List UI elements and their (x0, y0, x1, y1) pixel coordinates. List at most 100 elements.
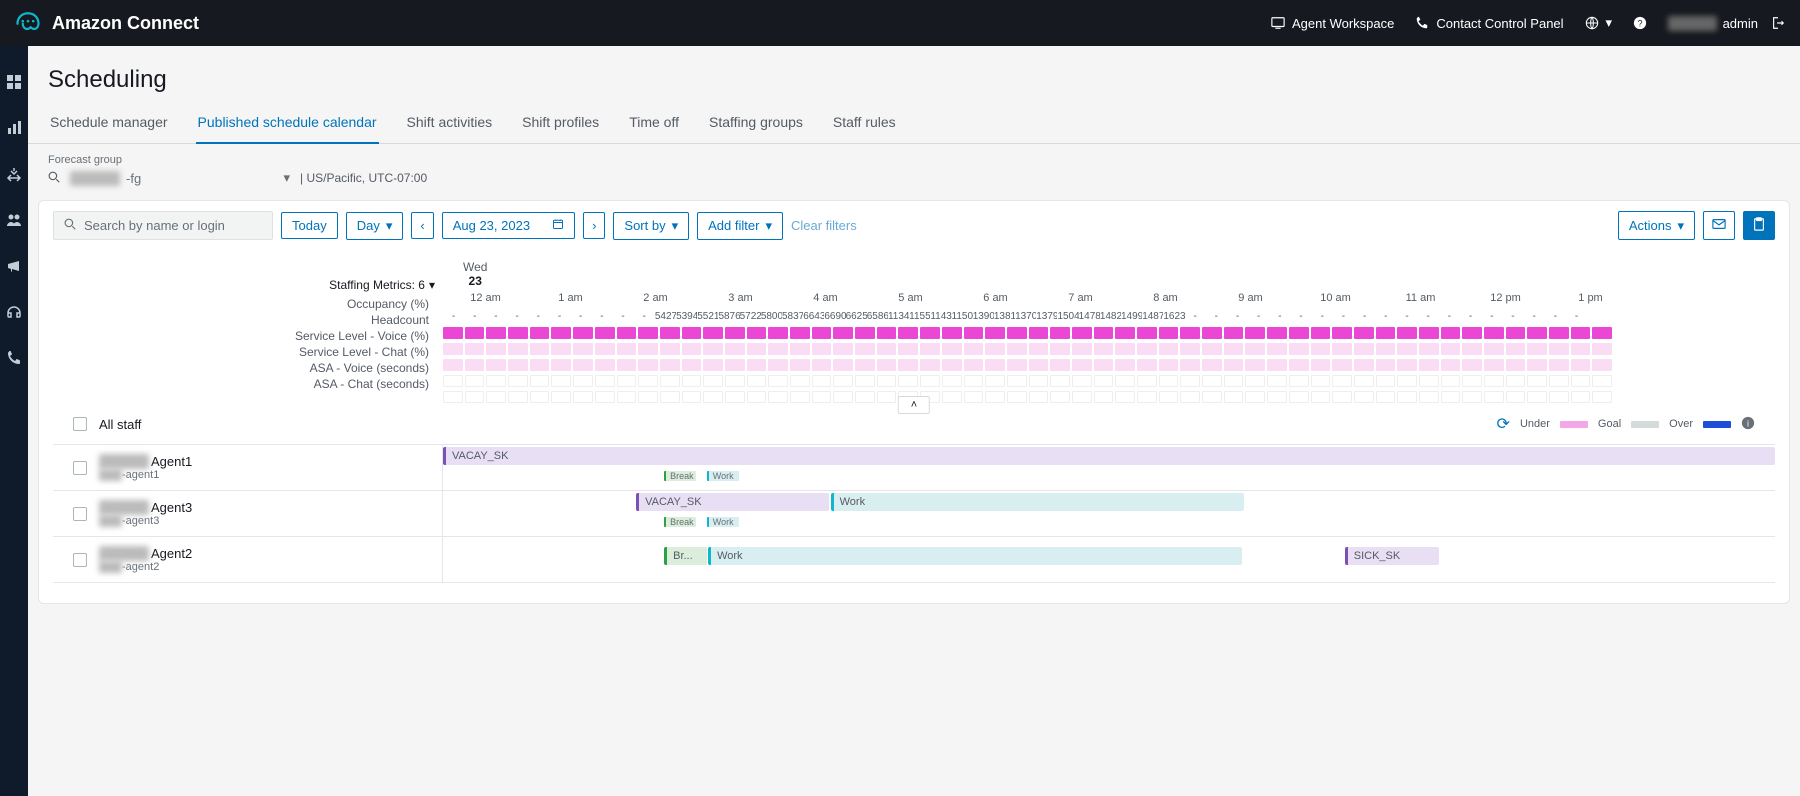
clipboard-icon (1752, 217, 1766, 234)
shift-bar-work[interactable]: Work (831, 493, 1244, 511)
mini-bar-break: Break (664, 517, 696, 527)
info-icon[interactable]: i (1741, 416, 1755, 433)
workspace-icon (1270, 15, 1286, 31)
agent-login: xx-agent3 (99, 515, 192, 527)
asa-chat-row (443, 388, 1775, 404)
contact-control-link[interactable]: Contact Control Panel (1414, 15, 1563, 31)
shift-bar-sick[interactable]: SICK_SK (1345, 547, 1440, 565)
caret-down-icon: ▾ (386, 218, 393, 234)
add-filter-button[interactable]: Add filter ▾ (697, 212, 783, 240)
sl-voice-row (443, 340, 1775, 356)
timezone-label: | US/Pacific, UTC-07:00 (300, 171, 427, 185)
metric-label: Service Level - Voice (%) (53, 328, 443, 344)
agent-checkbox[interactable] (73, 507, 87, 521)
agent-timeline[interactable]: VACAY_SK Break Work (443, 445, 1775, 490)
mini-bar-work: Work (707, 471, 739, 481)
collapse-metrics-toggle[interactable]: ˄ (898, 396, 930, 414)
svg-text:i: i (1747, 418, 1749, 428)
date-picker[interactable]: Aug 23, 2023 (442, 212, 575, 239)
schedule-card: Search by name or login Today Day ▾ ‹ Au… (38, 200, 1790, 604)
search-input[interactable]: Search by name or login (53, 211, 273, 240)
tab-shift-activities[interactable]: Shift activities (405, 104, 495, 143)
next-date-button[interactable]: › (583, 212, 605, 239)
select-all-checkbox[interactable] (73, 417, 87, 431)
user-blur: xxxxx (1668, 16, 1717, 31)
caret-down-icon: ▾ (1606, 15, 1613, 31)
metric-label: Occupancy (%) (53, 296, 443, 312)
help-icon: ? (1632, 15, 1648, 31)
chevron-up-icon: ˄ (911, 399, 917, 411)
sidebar-phone-icon[interactable] (6, 350, 22, 366)
search-icon (48, 171, 60, 186)
sort-by-select[interactable]: Sort by ▾ (613, 212, 689, 240)
forecast-group-select[interactable]: xxxx-fg ▾ (70, 170, 290, 186)
staffing-metrics-toggle[interactable]: Staffing Metrics: 6 ▾ (329, 278, 435, 292)
day-header: Wed 23 (463, 258, 487, 296)
asa-voice-row (443, 372, 1775, 388)
sidebar-dashboard-icon[interactable] (6, 74, 22, 90)
globe-icon (1584, 15, 1600, 31)
tab-staffing-groups[interactable]: Staffing groups (707, 104, 805, 143)
clear-filters-link[interactable]: Clear filters (791, 218, 857, 233)
range-select[interactable]: Day ▾ (346, 212, 404, 240)
actions-button[interactable]: Actions ▾ (1618, 211, 1695, 240)
metric-label: ASA - Chat (seconds) (53, 376, 443, 392)
clipboard-button[interactable] (1743, 211, 1775, 240)
caret-down-icon: ▾ (1677, 218, 1684, 234)
agent-timeline[interactable]: Br...Work SICK_SK (443, 537, 1775, 582)
metric-label: Service Level - Chat (%) (53, 344, 443, 360)
filter-bar: Search by name or login Today Day ▾ ‹ Au… (53, 211, 1775, 240)
tab-time-off[interactable]: Time off (627, 104, 681, 143)
sidebar-headset-icon[interactable] (6, 304, 22, 320)
chevron-left-icon: ‹ (420, 218, 424, 233)
tab-published-schedule-calendar[interactable]: Published schedule calendar (196, 104, 379, 144)
tab-staff-rules[interactable]: Staff rules (831, 104, 898, 143)
agent-row: xxxxAgent1xx-agent1VACAY_SKBreakWork (53, 445, 1775, 491)
mail-icon (1712, 217, 1726, 234)
shift-bar-work[interactable]: Work (708, 547, 1242, 565)
mini-bar-work: Work (707, 517, 739, 527)
legend-goal-swatch (1631, 421, 1659, 428)
agent-workspace-link[interactable]: Agent Workspace (1270, 15, 1394, 31)
logout-icon (1770, 15, 1786, 31)
today-button[interactable]: Today (281, 212, 338, 239)
caret-down-icon: ▾ (765, 218, 772, 234)
shift-bar-break[interactable]: Br... (664, 547, 707, 565)
help-link[interactable]: ? (1632, 15, 1648, 31)
chevron-right-icon: › (592, 218, 596, 233)
headcount-row (443, 324, 1775, 340)
shift-bar-vacay[interactable]: VACAY_SK (636, 493, 829, 511)
refresh-button[interactable]: ⟳ (1497, 414, 1510, 434)
tab-schedule-manager[interactable]: Schedule manager (48, 104, 170, 143)
product-name: Amazon Connect (52, 13, 199, 34)
sidebar-metrics-icon[interactable] (6, 120, 22, 136)
tab-shift-profiles[interactable]: Shift profiles (520, 104, 601, 143)
sidebar-users-icon[interactable] (6, 212, 22, 228)
logo[interactable]: Amazon Connect (14, 8, 199, 39)
search-icon (64, 218, 76, 233)
prev-date-button[interactable]: ‹ (411, 212, 433, 239)
caret-down-icon: ▾ (672, 218, 679, 234)
connect-logo-icon (14, 8, 42, 39)
sidebar-routing-icon[interactable] (6, 166, 22, 182)
agent-row: xxxxAgent3xx-agent3VACAY_SKWorkBreakWork (53, 491, 1775, 537)
agent-row: xxxxAgent2xx-agent2Br...WorkSICK_SK (53, 537, 1775, 583)
agent-checkbox[interactable] (73, 461, 87, 475)
forecast-group-label: Forecast group (48, 154, 1780, 166)
metric-label: ASA - Voice (seconds) (53, 360, 443, 376)
mail-button[interactable] (1703, 211, 1735, 240)
user-menu[interactable]: xxxxxadmin (1668, 15, 1786, 31)
agent-checkbox[interactable] (73, 553, 87, 567)
agent-timeline[interactable]: VACAY_SKWorkBreakWork (443, 491, 1775, 536)
mini-bar-break: Break (664, 471, 696, 481)
calendar-icon (552, 218, 564, 233)
shift-bar-vacay[interactable]: VACAY_SK (443, 447, 1775, 465)
agent-name: Agent1 (151, 454, 192, 469)
sidebar-announce-icon[interactable] (6, 258, 22, 274)
agent-login: xx-agent1 (99, 469, 192, 481)
caret-down-icon: ▾ (429, 278, 435, 292)
occupancy-values-row: ----------542753945521587657225800583766… (443, 308, 1775, 324)
language-selector[interactable]: ▾ (1584, 15, 1613, 31)
legend: ⟳ Under Goal Over i (1497, 414, 1755, 434)
all-staff-row: ˄ All staff ⟳ Under Goal Over i (53, 404, 1775, 445)
